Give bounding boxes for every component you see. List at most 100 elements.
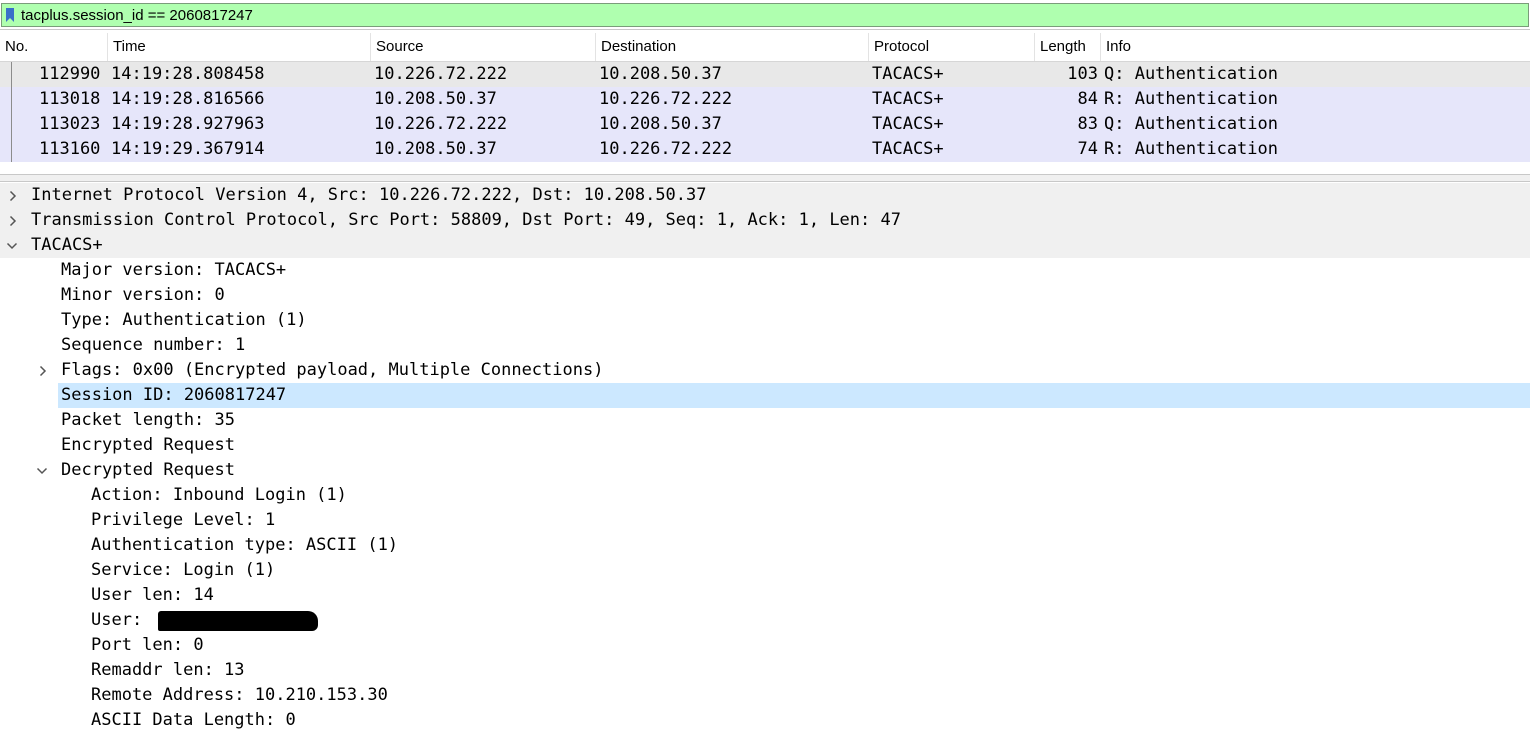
packet-time: 14:19:28.927963 (111, 114, 265, 134)
tree-item-label: Session ID: 2060817247 (61, 385, 287, 405)
packet-protocol: TACACS+ (872, 139, 944, 159)
column-header-info[interactable]: Info (1101, 33, 1530, 61)
tree-item-label: Internet Protocol Version 4, Src: 10.226… (31, 185, 707, 205)
packet-info: Q: Authentication (1104, 64, 1278, 84)
tree-item-label: Sequence number: 1 (61, 335, 246, 355)
packet-row[interactable]: 112990 14:19:28.808458 10.226.72.222 10.… (0, 62, 1530, 87)
tree-item-label: Decrypted Request (61, 460, 235, 480)
column-header-length[interactable]: Length (1035, 33, 1101, 61)
packet-destination: 10.226.72.222 (599, 89, 733, 109)
packet-info: R: Authentication (1104, 139, 1278, 159)
packet-source: 10.226.72.222 (374, 114, 508, 134)
redacted-user-value (158, 611, 318, 631)
packet-details-tree: Internet Protocol Version 4, Src: 10.226… (0, 183, 1530, 742)
tree-item-label: User: (91, 610, 143, 630)
packet-row[interactable]: 113023 14:19:28.927963 10.226.72.222 10.… (0, 112, 1530, 137)
packet-list: 112990 14:19:28.808458 10.226.72.222 10.… (0, 62, 1530, 162)
tree-item-user[interactable]: User: (0, 608, 1530, 633)
packet-list-header: No. Time Source Destination Protocol Len… (0, 33, 1530, 62)
packet-protocol: TACACS+ (872, 64, 944, 84)
packet-no: 112990 (39, 64, 101, 84)
conversation-marker (11, 112, 12, 137)
tree-item-label: Privilege Level: 1 (91, 510, 276, 530)
packet-length: 84 (1077, 89, 1098, 109)
packet-protocol: TACACS+ (872, 89, 944, 109)
conversation-marker (11, 62, 12, 87)
tree-item-major-version[interactable]: Major version: TACACS+ (0, 258, 1530, 283)
tree-item-flags[interactable]: Flags: 0x00 (Encrypted payload, Multiple… (0, 358, 1530, 383)
packet-destination: 10.208.50.37 (599, 114, 722, 134)
packet-source: 10.208.50.37 (374, 139, 497, 159)
tree-item-ascii-data-length[interactable]: ASCII Data Length: 0 (0, 708, 1530, 733)
packet-no: 113023 (39, 114, 101, 134)
tree-item-label: Action: Inbound Login (1) (91, 485, 347, 505)
tree-item-authentication-type[interactable]: Authentication type: ASCII (1) (0, 533, 1530, 558)
tree-item-label: Flags: 0x00 (Encrypted payload, Multiple… (61, 360, 604, 380)
tree-item-label: Authentication type: ASCII (1) (91, 535, 399, 555)
tree-item-label: Transmission Control Protocol, Src Port:… (31, 210, 901, 230)
conversation-marker (11, 87, 12, 112)
tree-item-decrypted-request[interactable]: Decrypted Request (0, 458, 1530, 483)
chevron-right-icon[interactable] (36, 358, 50, 383)
chevron-right-icon[interactable] (6, 183, 20, 208)
tree-item-action[interactable]: Action: Inbound Login (1) (0, 483, 1530, 508)
packet-time: 14:19:28.808458 (111, 64, 265, 84)
tree-item-label: Major version: TACACS+ (61, 260, 287, 280)
tree-item-service[interactable]: Service: Login (1) (0, 558, 1530, 583)
tree-item-label: User len: 14 (91, 585, 214, 605)
tree-item-remaddr-len[interactable]: Remaddr len: 13 (0, 658, 1530, 683)
tree-item-ip[interactable]: Internet Protocol Version 4, Src: 10.226… (0, 183, 1530, 208)
tree-item-label: ASCII Data Length: 0 (91, 710, 296, 730)
packet-source: 10.226.72.222 (374, 64, 508, 84)
tree-item-session-id[interactable]: Session ID: 2060817247 (0, 383, 1530, 408)
tree-item-remote-address[interactable]: Remote Address: 10.210.153.30 (0, 683, 1530, 708)
packet-no: 113018 (39, 89, 101, 109)
packet-protocol: TACACS+ (872, 114, 944, 134)
column-header-protocol[interactable]: Protocol (869, 33, 1035, 61)
packet-time: 14:19:28.816566 (111, 89, 265, 109)
tree-item-label: Remaddr len: 13 (91, 660, 245, 680)
packet-row[interactable]: 113160 14:19:29.367914 10.208.50.37 10.2… (0, 137, 1530, 162)
tree-item-label: Packet length: 35 (61, 410, 235, 430)
tree-item-privilege-level[interactable]: Privilege Level: 1 (0, 508, 1530, 533)
packet-source: 10.208.50.37 (374, 89, 497, 109)
chevron-down-icon[interactable] (5, 233, 19, 258)
tree-item-tcp[interactable]: Transmission Control Protocol, Src Port:… (0, 208, 1530, 233)
tree-item-label: Encrypted Request (61, 435, 235, 455)
packet-destination: 10.208.50.37 (599, 64, 722, 84)
column-header-time[interactable]: Time (108, 33, 371, 61)
tree-item-label: Type: Authentication (1) (61, 310, 307, 330)
chevron-right-icon[interactable] (6, 208, 20, 233)
display-filter-bar: tacplus.session_id == 2060817247 (0, 0, 1530, 30)
tree-item-tacacs[interactable]: TACACS+ (0, 233, 1530, 258)
column-header-no[interactable]: No. (0, 33, 108, 61)
packet-info: R: Authentication (1104, 89, 1278, 109)
tree-item-sequence-number[interactable]: Sequence number: 1 (0, 333, 1530, 358)
display-filter-input[interactable]: tacplus.session_id == 2060817247 (1, 3, 1529, 27)
chevron-down-icon[interactable] (35, 458, 49, 483)
tree-item-user-len[interactable]: User len: 14 (0, 583, 1530, 608)
tree-item-port-len[interactable]: Port len: 0 (0, 633, 1530, 658)
packet-length: 103 (1067, 64, 1098, 84)
column-header-destination[interactable]: Destination (596, 33, 869, 61)
tree-item-label: TACACS+ (31, 235, 103, 255)
pane-splitter[interactable] (0, 174, 1530, 182)
packet-destination: 10.226.72.222 (599, 139, 733, 159)
filter-text: tacplus.session_id == 2060817247 (21, 6, 253, 24)
packet-time: 14:19:29.367914 (111, 139, 265, 159)
tree-item-label: Remote Address: 10.210.153.30 (91, 685, 388, 705)
conversation-marker (11, 137, 12, 162)
tree-item-label: Port len: 0 (91, 635, 204, 655)
packet-row[interactable]: 113018 14:19:28.816566 10.208.50.37 10.2… (0, 87, 1530, 112)
bookmark-icon[interactable] (2, 4, 18, 26)
tree-item-label: Minor version: 0 (61, 285, 225, 305)
tree-item-encrypted-request[interactable]: Encrypted Request (0, 433, 1530, 458)
packet-length: 83 (1077, 114, 1098, 134)
tree-item-label: Service: Login (1) (91, 560, 276, 580)
column-header-source[interactable]: Source (371, 33, 596, 61)
packet-no: 113160 (39, 139, 101, 159)
tree-item-minor-version[interactable]: Minor version: 0 (0, 283, 1530, 308)
tree-item-packet-length[interactable]: Packet length: 35 (0, 408, 1530, 433)
packet-length: 74 (1077, 139, 1098, 159)
tree-item-type[interactable]: Type: Authentication (1) (0, 308, 1530, 333)
